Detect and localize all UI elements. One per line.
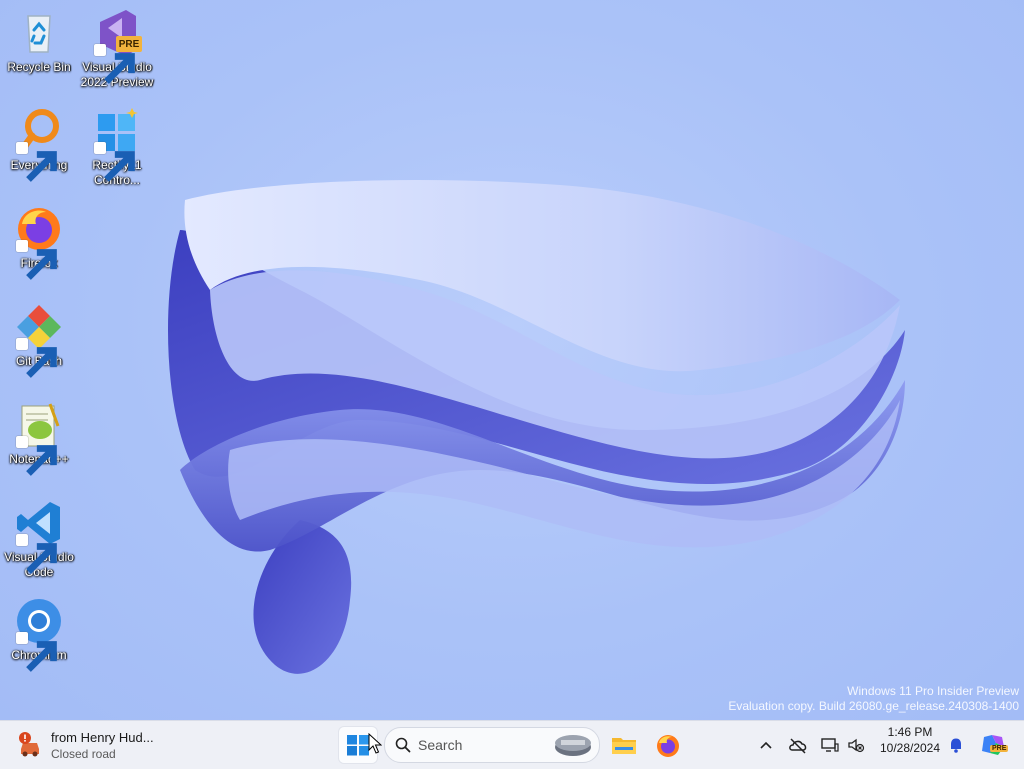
rectify11-control-shortcut[interactable]: Rectify11 Contro... [78, 106, 156, 188]
search-placeholder: Search [418, 737, 463, 753]
watermark-line-1: Windows 11 Pro Insider Preview [847, 684, 1019, 698]
clock-time: 1:46 PM [887, 725, 933, 739]
shortcut-arrow-icon [16, 142, 57, 182]
shortcut-arrow-icon [16, 338, 57, 378]
visual-studio-code-shortcut[interactable]: Visual Studio Code [0, 498, 78, 580]
desktop: Recycle Bin PRE Visual Studio 2022 Previ… [0, 0, 1024, 720]
git-bash-shortcut[interactable]: Git Bash [0, 302, 78, 378]
recycle-bin-icon [27, 15, 51, 53]
mouse-cursor-icon [368, 733, 382, 754]
everything-shortcut[interactable]: Everything [0, 106, 78, 182]
notification-bell-icon[interactable] [946, 735, 966, 755]
firefox-shortcut[interactable]: Firefox [0, 204, 78, 280]
icon-label: Recycle Bin [7, 60, 71, 74]
watermark-line-2: Evaluation copy. Build 26080.ge_release.… [728, 699, 1019, 713]
onedrive-offline-icon[interactable] [788, 735, 808, 755]
system-clock[interactable]: 1:46 PM 10/28/2024 [872, 724, 948, 756]
shortcut-arrow-icon [16, 436, 57, 476]
shortcut-arrow-icon [94, 142, 135, 182]
visual-studio-2022-preview-shortcut[interactable]: PRE Visual Studio 2022 Preview [78, 8, 156, 90]
shortcut-arrow-icon [16, 632, 57, 672]
evaluation-watermark: Windows 11 Pro Insider Preview Evaluatio… [728, 684, 1019, 714]
chevron-up-icon[interactable] [756, 735, 776, 755]
chromium-shortcut[interactable]: Chromium [0, 596, 78, 672]
notepad-plus-plus-shortcut[interactable]: Notepad++ [0, 400, 78, 476]
search-icon [395, 737, 411, 753]
copilot-button[interactable]: PRE [980, 733, 1009, 757]
copilot-pre-badge: PRE [990, 745, 1009, 752]
recycle-bin-shortcut[interactable]: Recycle Bin [0, 8, 78, 75]
search-highlight-image-icon [555, 735, 591, 756]
shortcut-arrow-icon [16, 534, 57, 574]
clock-date: 10/28/2024 [879, 741, 941, 755]
network-icon[interactable] [820, 735, 840, 755]
search-box[interactable]: Search [384, 727, 600, 763]
shortcut-arrow-icon [94, 44, 135, 84]
volume-muted-icon[interactable] [846, 735, 866, 755]
shortcut-arrow-icon [16, 240, 57, 280]
